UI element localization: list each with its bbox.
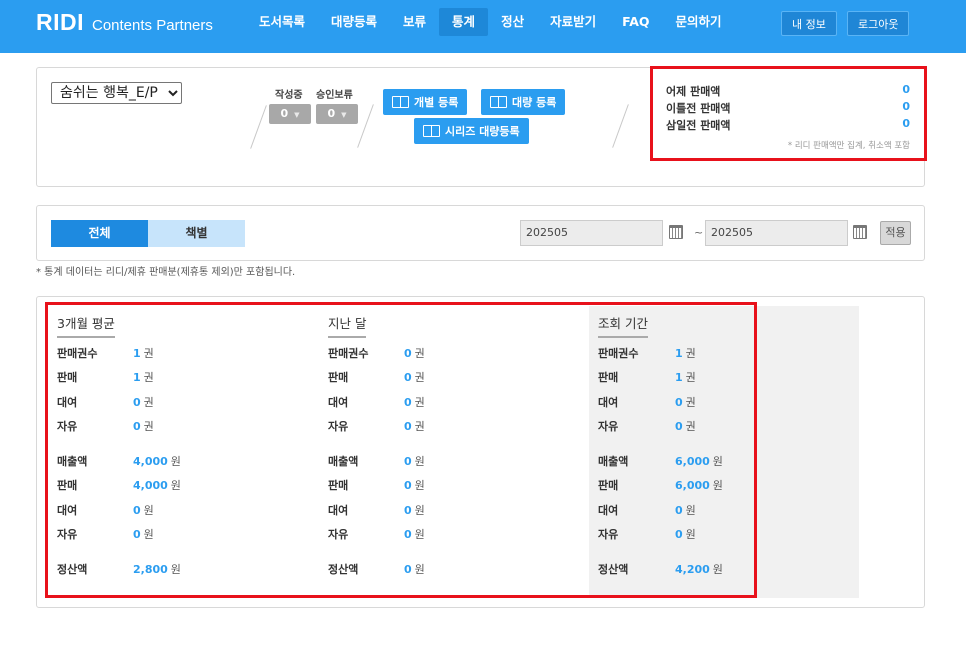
apply-button[interactable]: 적용 bbox=[880, 221, 911, 245]
book-icon bbox=[392, 96, 409, 108]
highlight-box-statistics bbox=[45, 302, 757, 598]
logo-subtitle: Contents Partners bbox=[92, 17, 213, 34]
nav-downloads[interactable]: 자료받기 bbox=[537, 8, 609, 36]
nav-bulk-register[interactable]: 대량등록 bbox=[318, 8, 390, 36]
nav-settlement[interactable]: 정산 bbox=[488, 8, 537, 36]
chevron-down-icon: ▼ bbox=[294, 111, 300, 119]
start-date-input[interactable]: 202505 bbox=[520, 220, 663, 246]
ridi-logo[interactable]: RIDI Contents Partners bbox=[36, 9, 213, 36]
end-date-input[interactable]: 202505 bbox=[705, 220, 848, 246]
draft-count-dropdown[interactable]: 0 ▼ bbox=[269, 104, 311, 124]
nav-faq[interactable]: FAQ bbox=[609, 8, 662, 36]
main-nav: 도서목록 대량등록 보류 통계 정산 자료받기 FAQ 문의하기 bbox=[246, 8, 735, 36]
publisher-select[interactable]: 숨쉬는 행복_E/P bbox=[51, 82, 182, 104]
logo-mark: RIDI bbox=[36, 9, 84, 35]
individual-register-label: 개별 등록 bbox=[414, 96, 459, 109]
book-icon bbox=[423, 125, 440, 137]
book-icon bbox=[490, 96, 507, 108]
my-info-button[interactable]: 내 정보 bbox=[781, 11, 837, 36]
draft-count: 0 bbox=[280, 107, 289, 120]
approval-hold-count-dropdown[interactable]: 0 ▼ bbox=[316, 104, 358, 124]
bulk-register-button[interactable]: 대량 등록 bbox=[481, 89, 566, 115]
statistics-footnote: * 통계 데이터는 리디/제휴 판매분(제휴통 제외)만 포함됩니다. bbox=[36, 267, 296, 278]
top-navigation-bar: RIDI Contents Partners 도서목록 대량등록 보류 통계 정… bbox=[0, 0, 966, 53]
date-range-separator: ~ bbox=[694, 226, 704, 239]
nav-statistics[interactable]: 통계 bbox=[439, 8, 489, 36]
bulk-register-label: 대량 등록 bbox=[512, 96, 557, 109]
series-bulk-register-button[interactable]: 시리즈 대량등록 bbox=[414, 118, 529, 144]
nav-inquiry[interactable]: 문의하기 bbox=[663, 8, 735, 36]
calendar-icon[interactable] bbox=[853, 225, 867, 239]
approval-hold-label: 승인보류 bbox=[316, 90, 353, 101]
logout-button[interactable]: 로그아웃 bbox=[847, 11, 910, 36]
individual-register-button[interactable]: 개별 등록 bbox=[383, 89, 468, 115]
highlight-box-sales bbox=[650, 66, 927, 161]
tab-all[interactable]: 전체 bbox=[51, 220, 148, 247]
nav-on-hold[interactable]: 보류 bbox=[390, 8, 439, 36]
approval-hold-count: 0 bbox=[327, 107, 336, 120]
nav-book-list[interactable]: 도서목록 bbox=[246, 8, 318, 36]
chevron-down-icon: ▼ bbox=[341, 111, 347, 119]
draft-label: 작성중 bbox=[275, 90, 303, 101]
tab-by-book[interactable]: 책별 bbox=[148, 220, 245, 247]
series-bulk-register-label: 시리즈 대량등록 bbox=[445, 125, 520, 138]
calendar-icon[interactable] bbox=[669, 225, 683, 239]
